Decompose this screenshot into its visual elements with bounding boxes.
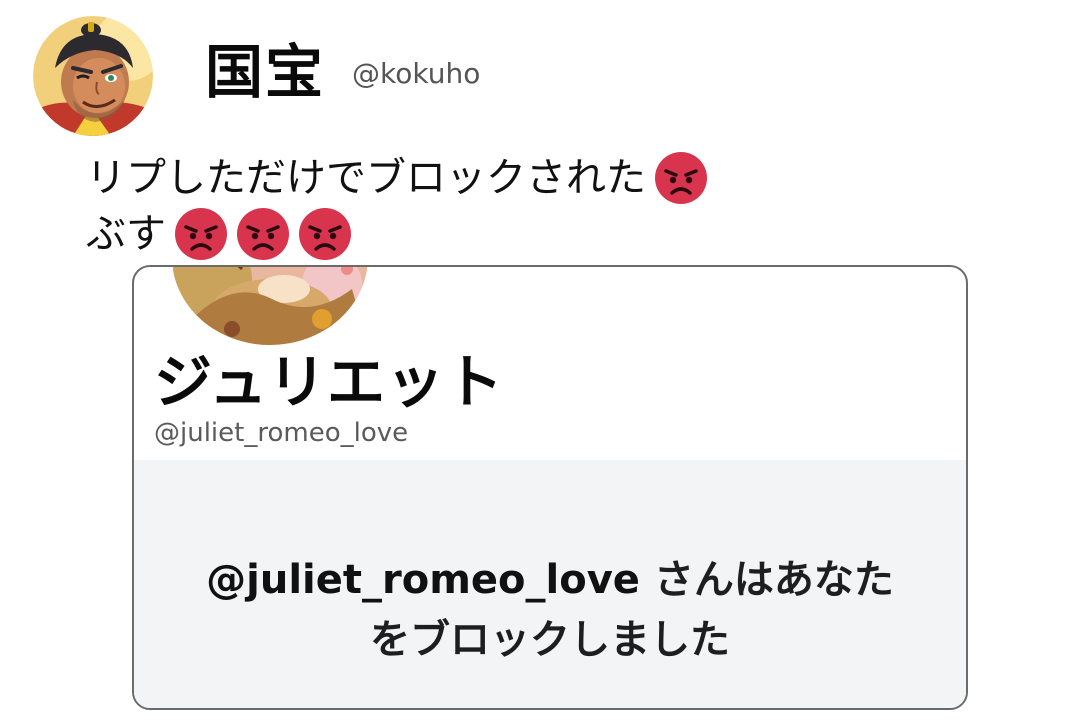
avatar-samurai-icon — [33, 16, 153, 136]
tweet-line-2-text: ぶす — [86, 211, 166, 257]
tweet-line-1-text: リプしただけでブロックされた — [86, 155, 646, 201]
blocked-message-line-2: をブロックしました — [370, 617, 730, 663]
blocked-message-line-1: @juliet_romeo_love さんはあなた — [134, 550, 966, 610]
author-avatar[interactable] — [33, 16, 153, 136]
blocked-message-text-1: さんはあなた — [639, 557, 894, 603]
angry-face-icon — [174, 207, 228, 261]
tweet: 国宝 @kokuho リプしただけでブロックされた ぶす ジュリエット @jul… — [0, 0, 1091, 721]
angry-face-icon — [654, 151, 708, 205]
card-handle[interactable]: @juliet_romeo_love — [154, 417, 408, 449]
tweet-line-2: ぶす — [86, 206, 708, 262]
angry-face-icon — [236, 207, 290, 261]
blocked-message: @juliet_romeo_love さんはあなた をブロックしました — [134, 550, 966, 670]
blocked-message-handle: @juliet_romeo_love — [206, 557, 640, 603]
angry-face-icon — [298, 207, 352, 261]
author-display-name[interactable]: 国宝 — [205, 36, 325, 108]
blocked-profile-card[interactable]: ジュリエット @juliet_romeo_love @juliet_romeo_… — [132, 265, 968, 710]
tweet-line-1: リプしただけでブロックされた — [86, 150, 708, 206]
card-display-name[interactable]: ジュリエット — [154, 347, 504, 417]
tweet-text: リプしただけでブロックされた ぶす — [86, 150, 708, 262]
card-avatar[interactable] — [172, 267, 368, 345]
author-handle[interactable]: @kokuho — [352, 57, 480, 91]
avatar-illustration-icon — [172, 267, 368, 345]
